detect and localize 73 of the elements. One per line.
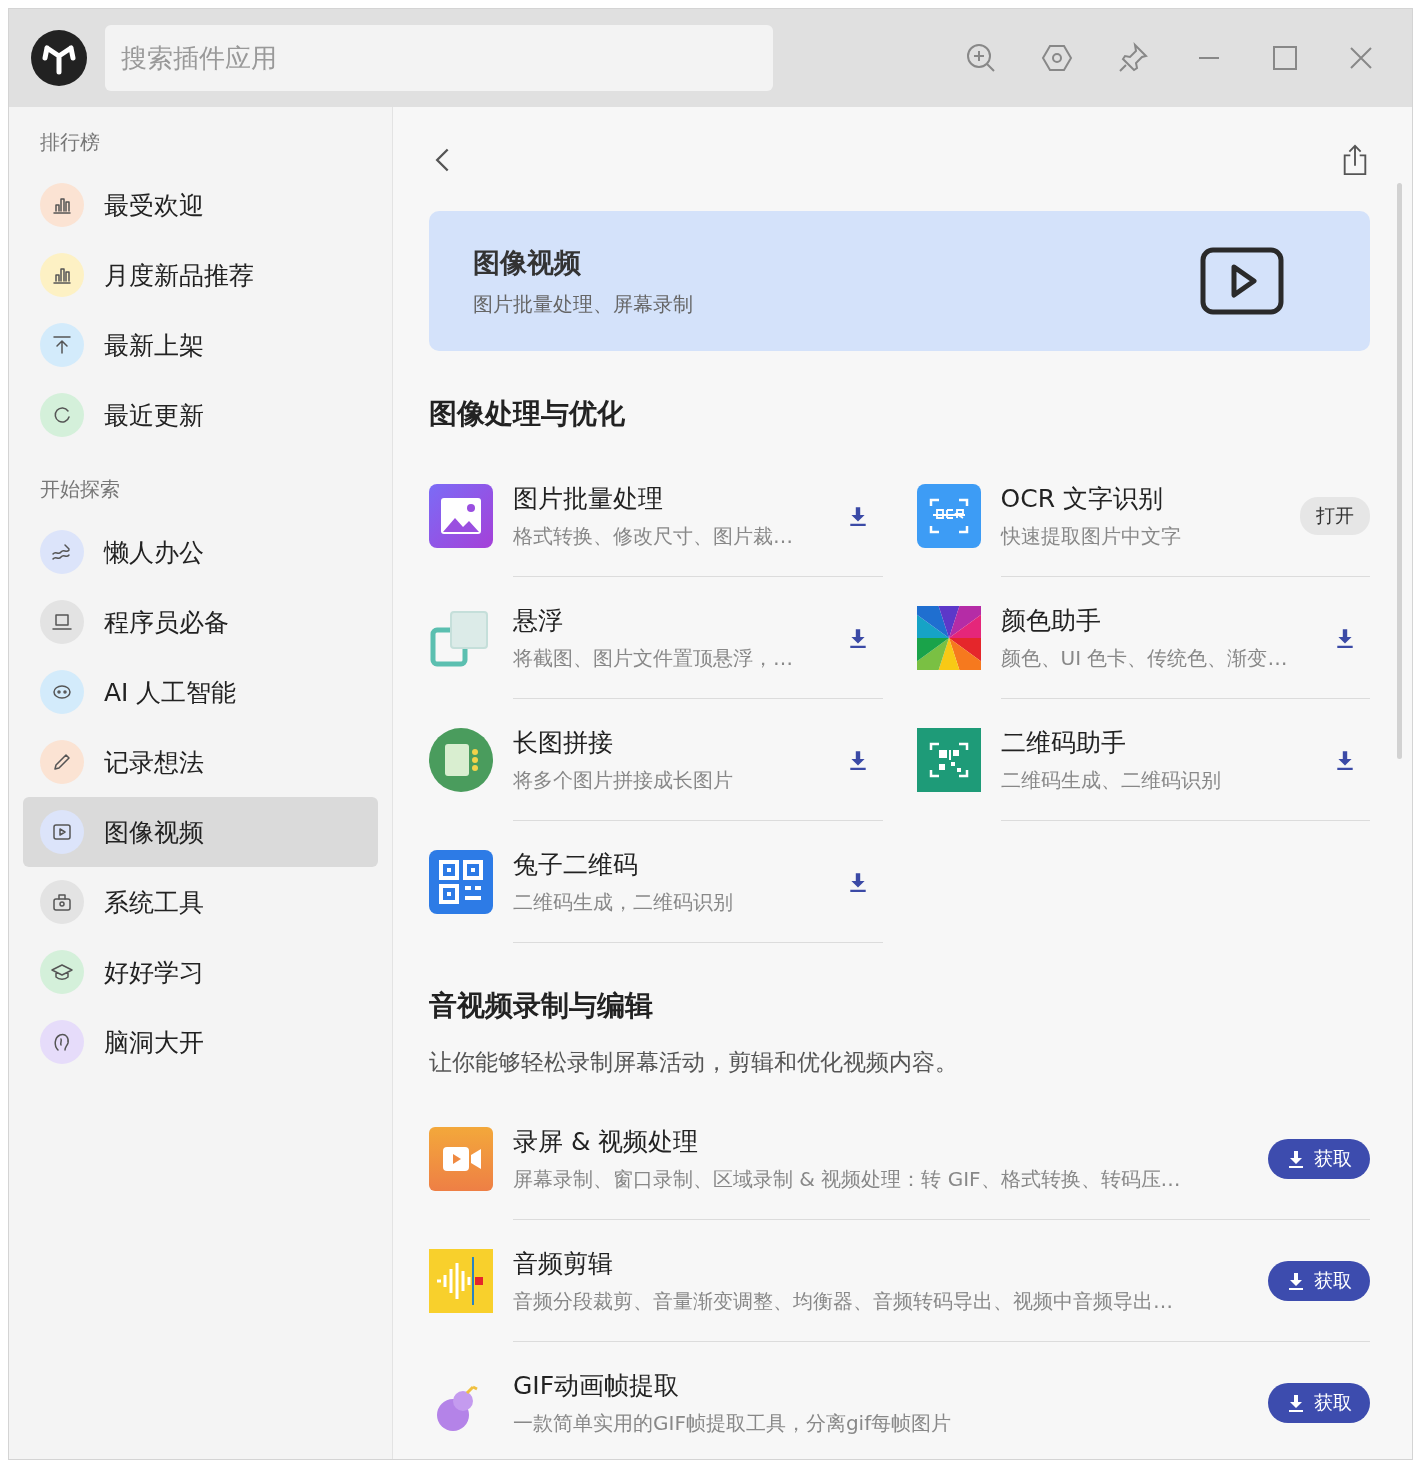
sidebar-item[interactable]: 好好学习 — [23, 937, 378, 1007]
sidebar-item-label: 系统工具 — [104, 886, 204, 919]
sidebar-item[interactable]: 月度新品推荐 — [23, 240, 378, 310]
sidebar-heading: 开始探索 — [39, 476, 121, 503]
section-description: 让你能够轻松录制屏幕活动，剪辑和优化视频内容。 — [429, 1048, 959, 1077]
app-name: 音频剪辑 — [513, 1248, 614, 1280]
app-description: 屏幕录制、窗口录制、区域录制 & 视频处理：转 GIF、格式转换、转码压… — [513, 1166, 1182, 1193]
app-description: 快速提取图片中文字 — [1000, 523, 1182, 550]
sidebar-item-label: 最受欢迎 — [104, 189, 204, 222]
banner-title: 图像视频 — [473, 245, 582, 280]
pin-icon[interactable] — [1117, 42, 1149, 74]
sidebar-item[interactable]: 最近更新 — [23, 380, 378, 450]
ocr-icon — [916, 484, 981, 548]
app-name: 录屏 & 视频处理 — [513, 1126, 700, 1158]
sidebar-item[interactable]: 图像视频 — [23, 797, 378, 867]
sidebar-item[interactable]: 最受欢迎 — [23, 170, 378, 240]
banner-subtitle: 图片批量处理、屏幕录制 — [473, 290, 693, 318]
section-heading: 图像处理与优化 — [429, 396, 626, 432]
color-wheel-icon — [916, 606, 981, 670]
sidebar-item-label: AI 人工智能 — [104, 676, 237, 709]
sidebar-item-label: 月度新品推荐 — [104, 259, 254, 292]
sidebar-item[interactable]: 懒人办公 — [23, 517, 378, 587]
sidebar-item[interactable]: 系统工具 — [23, 867, 378, 937]
zoom-in-icon[interactable] — [965, 42, 997, 74]
download-icon — [1286, 1393, 1306, 1413]
search-field[interactable]: 搜索插件应用 — [105, 25, 773, 91]
settings-icon[interactable] — [1041, 42, 1073, 74]
sidebar-item[interactable]: 程序员必备 — [23, 587, 378, 657]
app-description: 格式转换、修改尺寸、图片裁… — [513, 523, 794, 550]
sidebar-item-label: 脑洞大开 — [104, 1026, 204, 1059]
sidebar-item-label: 好好学习 — [104, 956, 204, 989]
sidebar-heading: 排行榜 — [39, 129, 101, 156]
app-name: 悬浮 — [513, 605, 564, 637]
gallery-icon — [429, 484, 493, 548]
download-icon — [1286, 1271, 1306, 1291]
app-description: 将截图、图片文件置顶悬浮，… — [513, 645, 794, 672]
open-button[interactable]: 打开 — [1300, 497, 1370, 535]
app-description: 二维码生成，二维码识别 — [513, 889, 734, 916]
app-description: 二维码生成、二维码识别 — [1000, 767, 1222, 794]
sidebar-item[interactable]: AI 人工智能 — [23, 657, 378, 727]
scrollbar[interactable] — [1397, 183, 1402, 759]
get-button[interactable]: 获取 — [1268, 1383, 1370, 1423]
sidebar-item[interactable]: 脑洞大开 — [23, 1007, 378, 1077]
app-name: 兔子二维码 — [513, 849, 639, 881]
long-image-icon — [429, 728, 493, 792]
app-name: GIF动画帧提取 — [513, 1370, 681, 1402]
app-name: 二维码助手 — [1000, 727, 1127, 759]
download-icon — [1286, 1149, 1306, 1169]
app-logo-icon — [31, 30, 87, 86]
app-description: 将多个图片拼接成长图片 — [513, 767, 734, 794]
sidebar-item-label: 懒人办公 — [104, 536, 204, 569]
video-camera-icon — [429, 1127, 493, 1191]
sidebar-item[interactable]: 最新上架 — [23, 310, 378, 380]
section-heading: 音视频录制与编辑 — [429, 988, 654, 1024]
play-icon — [1200, 247, 1284, 315]
sidebar-item-label: 最新上架 — [104, 329, 204, 362]
sidebar-item[interactable]: 记录想法 — [23, 727, 378, 797]
app-description: 颜色、UI 色卡、传统色、渐变… — [1000, 645, 1289, 672]
app-description: 音频分段裁剪、音量渐变调整、均衡器、音频转码导出、视频中音频导出… — [513, 1288, 1174, 1315]
app-name: 长图拼接 — [513, 727, 614, 759]
app-name: 图片批量处理 — [513, 483, 664, 515]
sidebar-item-label: 图像视频 — [104, 816, 204, 849]
sidebar-item-label: 记录想法 — [104, 746, 204, 779]
app-name: OCR 文字识别 — [1000, 483, 1164, 515]
get-button[interactable]: 获取 — [1268, 1261, 1370, 1301]
qr-code-icon — [429, 850, 493, 914]
qr-code-icon — [916, 728, 981, 792]
get-button[interactable]: 获取 — [1268, 1139, 1370, 1179]
app-description: 一款简单实用的GIF帧提取工具，分离gif每帧图片 — [513, 1410, 953, 1437]
sidebar-item-label: 程序员必备 — [104, 606, 229, 639]
app-name: 颜色助手 — [1000, 605, 1102, 637]
sidebar-item-label: 最近更新 — [104, 399, 204, 432]
audio-wave-icon — [429, 1249, 493, 1313]
